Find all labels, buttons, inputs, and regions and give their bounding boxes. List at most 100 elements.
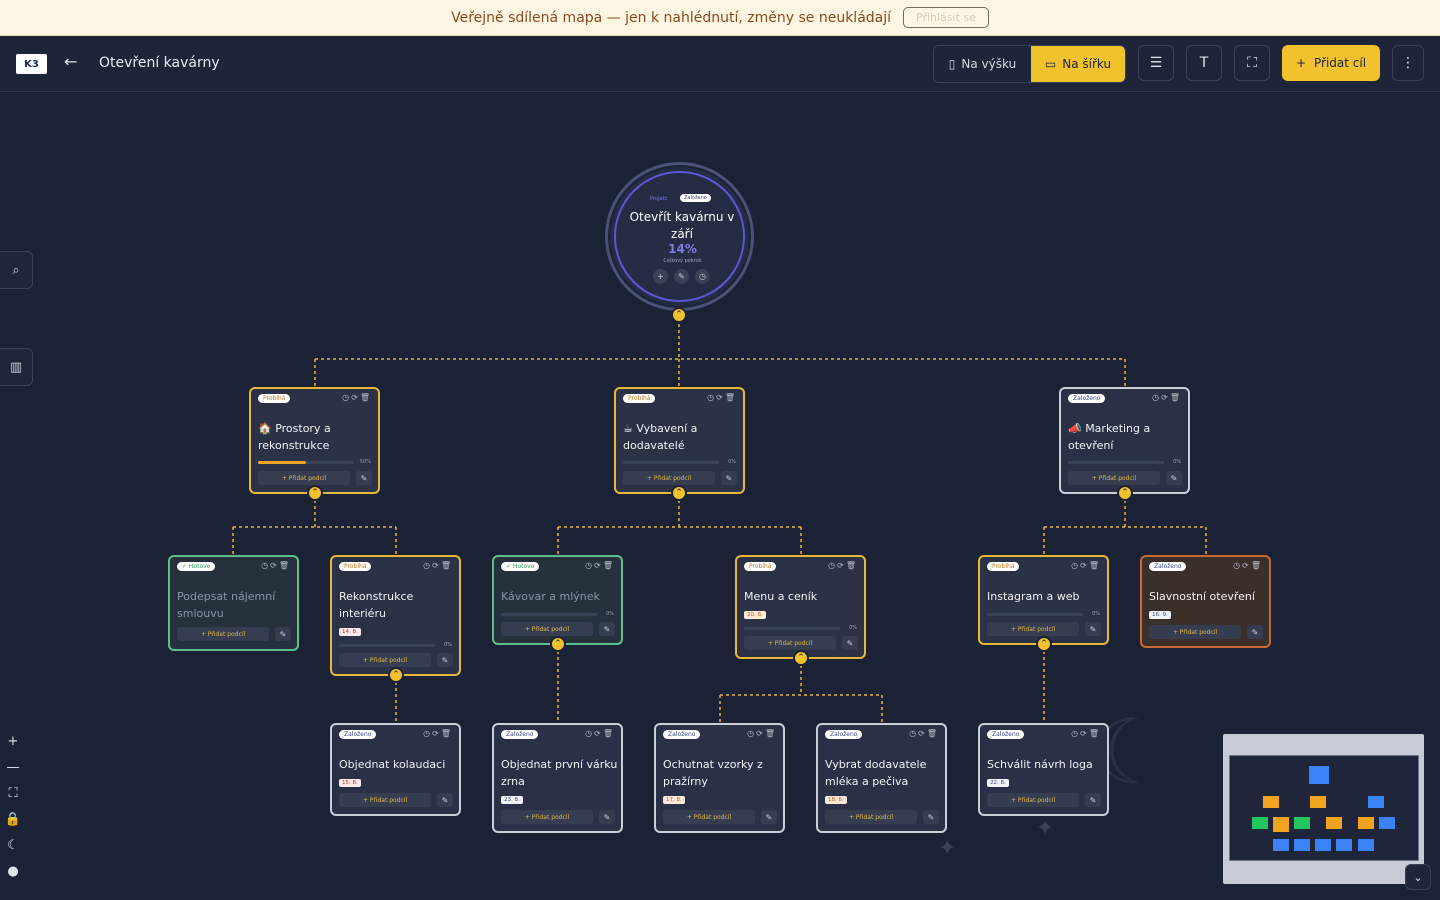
progress-bar <box>501 613 597 616</box>
edit-icon[interactable]: ✎ <box>437 653 453 667</box>
minimap[interactable] <box>1223 734 1424 884</box>
edit-icon[interactable]: ✎ <box>1085 793 1101 807</box>
add-subgoal-button[interactable]: + Přidat podcíl <box>1068 471 1160 485</box>
add-subgoal-button[interactable]: + Přidat podcíl <box>177 627 269 641</box>
card-actions-icon[interactable]: ◷⟳🗑 <box>747 729 777 738</box>
card-title: Kávovar a mlýnek <box>501 590 600 603</box>
card-title: Slavnostní otevření <box>1149 590 1255 603</box>
goal-card-n5[interactable]: Probíhá ◷⟳🗑 Rekonstrukce interiéru 14. 8… <box>330 555 461 676</box>
card-actions-icon[interactable]: ◷⟳🗑 <box>585 729 615 738</box>
goal-card-n7[interactable]: Probíhá ◷⟳🗑 Menu a ceník 20. 8. 0% + Při… <box>735 555 866 659</box>
edit-icon[interactable]: ✎ <box>1247 625 1263 639</box>
minimap-node <box>1326 817 1342 829</box>
add-subgoal-button[interactable]: + Přidat podcíl <box>258 471 350 485</box>
card-title: Podepsat nájemní smlouvu <box>177 590 276 620</box>
progress-bar <box>744 627 840 630</box>
goal-card-n8[interactable]: Probíhá ◷⟳🗑 Instagram a web 0% + Přidat … <box>978 555 1109 645</box>
edit-icon[interactable]: ✎ <box>437 793 453 807</box>
minimap-toggle-icon[interactable]: ⌄ <box>1405 864 1431 890</box>
card-actions-icon[interactable]: ◷⟳🗑 <box>909 729 939 738</box>
add-subgoal-button[interactable]: + Přidat podcíl <box>987 622 1079 636</box>
status-badge: Založeno <box>987 730 1025 739</box>
add-subgoal-button[interactable]: + Přidat podcíl <box>623 471 715 485</box>
card-actions-icon[interactable]: ◷⟳🗑 <box>828 561 858 570</box>
edit-icon[interactable]: ✎ <box>1166 471 1182 485</box>
status-badge: Probíhá <box>258 394 291 403</box>
card-actions-icon[interactable]: ◷⟳🗑 <box>261 561 291 570</box>
card-title: Objednat první várku zrna <box>501 758 618 788</box>
add-subgoal-button[interactable]: + Přidat podcíl <box>339 653 431 667</box>
collapse-toggle-icon[interactable]: ⌃ <box>1036 636 1052 652</box>
goal-card-n14[interactable]: Založeno ◷⟳🗑 Schválit návrh loga 22. 8. … <box>978 723 1109 816</box>
add-subgoal-button[interactable]: + Přidat podcíl <box>339 793 431 807</box>
card-actions-icon[interactable]: ◷⟳🗑 <box>1233 561 1263 570</box>
minimap-node <box>1273 817 1289 832</box>
progress-percent: 0% <box>444 642 452 648</box>
card-title: Instagram a web <box>987 590 1080 603</box>
card-title: 📣 Marketing a otevření <box>1068 422 1151 452</box>
due-date-badge: 14. 8. <box>339 628 361 636</box>
root-progress-label: Celkový pokrok <box>663 258 702 264</box>
edit-icon[interactable]: ✎ <box>356 471 372 485</box>
progress-percent: 0% <box>1173 459 1181 465</box>
timer-icon[interactable]: ◷ <box>695 269 710 284</box>
minimap-node <box>1315 839 1331 851</box>
status-badge: ✓ Hotovo <box>177 562 216 571</box>
edit-icon[interactable]: ✎ <box>923 810 939 824</box>
add-subgoal-button[interactable]: + Přidat podcíl <box>744 636 836 650</box>
status-badge: Probíhá <box>339 562 372 571</box>
card-actions-icon[interactable]: ◷⟳🗑 <box>707 393 737 402</box>
goal-card-n1[interactable]: Probíhá ◷⟳🗑 🏠 Prostory a rekonstrukce 50… <box>249 387 380 494</box>
edit-icon[interactable]: ✎ <box>842 636 858 650</box>
edit-icon[interactable]: ✎ <box>761 810 777 824</box>
goal-card-n2[interactable]: Probíhá ◷⟳🗑 ☕ Vybavení a dodavatelé 0% +… <box>614 387 745 494</box>
add-icon[interactable]: + <box>653 269 668 284</box>
collapse-toggle-icon[interactable]: ⌃ <box>1117 485 1133 501</box>
add-subgoal-button[interactable]: + Přidat podcíl <box>663 810 755 824</box>
goal-card-n10[interactable]: Založeno ◷⟳🗑 Objednat kolaudaci 15. 8. +… <box>330 723 461 816</box>
due-date-badge: 16. 9. <box>1149 611 1171 619</box>
collapse-toggle-icon[interactable]: ⌃ <box>793 650 809 666</box>
card-actions-icon[interactable]: ◷⟳🗑 <box>1152 393 1182 402</box>
add-subgoal-button[interactable]: + Přidat podcíl <box>1149 625 1241 639</box>
edit-icon[interactable]: ✎ <box>275 627 291 641</box>
collapse-toggle-icon[interactable]: ⌃ <box>671 307 687 323</box>
add-subgoal-button[interactable]: + Přidat podcíl <box>987 793 1079 807</box>
add-subgoal-button[interactable]: + Přidat podcíl <box>825 810 917 824</box>
edit-icon[interactable]: ✎ <box>1085 622 1101 636</box>
status-badge: Založeno <box>501 730 539 739</box>
minimap-node <box>1294 839 1310 851</box>
card-actions-icon[interactable]: ◷⟳🗑 <box>585 561 615 570</box>
card-actions-icon[interactable]: ◷⟳🗑 <box>342 393 372 402</box>
collapse-toggle-icon[interactable]: ⌃ <box>388 667 404 683</box>
card-title: 🏠 Prostory a rekonstrukce <box>258 422 331 452</box>
goal-card-n4[interactable]: ✓ Hotovo ◷⟳🗑 Podepsat nájemní smlouvu + … <box>168 555 299 651</box>
goal-card-n11[interactable]: Založeno ◷⟳🗑 Objednat první várku zrna 2… <box>492 723 623 833</box>
progress-bar <box>987 613 1083 616</box>
edit-icon[interactable]: ✎ <box>674 269 689 284</box>
collapse-toggle-icon[interactable]: ⌃ <box>550 636 566 652</box>
due-date-badge: 22. 8. <box>987 779 1009 787</box>
goal-card-n13[interactable]: Založeno ◷⟳🗑 Vybrat dodavatele mléka a p… <box>816 723 947 833</box>
edit-icon[interactable]: ✎ <box>599 622 615 636</box>
collapse-toggle-icon[interactable]: ⌃ <box>671 485 687 501</box>
edit-icon[interactable]: ✎ <box>599 810 615 824</box>
goal-card-n6[interactable]: ✓ Hotovo ◷⟳🗑 Kávovar a mlýnek 0% + Přida… <box>492 555 623 645</box>
collapse-toggle-icon[interactable]: ⌃ <box>307 485 323 501</box>
card-actions-icon[interactable]: ◷⟳🗑 <box>423 729 453 738</box>
minimap-node <box>1252 817 1268 829</box>
add-subgoal-button[interactable]: + Přidat podcíl <box>501 622 593 636</box>
add-subgoal-button[interactable]: + Přidat podcíl <box>501 810 593 824</box>
goal-card-n9[interactable]: Založeno ◷⟳🗑 Slavnostní otevření 16. 9. … <box>1140 555 1271 648</box>
edit-icon[interactable]: ✎ <box>721 471 737 485</box>
minimap-node <box>1294 817 1310 829</box>
card-actions-icon[interactable]: ◷⟳🗑 <box>423 561 453 570</box>
root-goal-node[interactable]: Projekt Založeno Otevřít kavárnu v září … <box>605 162 754 311</box>
status-badge: Založeno <box>1068 394 1106 403</box>
card-actions-icon[interactable]: ◷⟳🗑 <box>1071 729 1101 738</box>
goal-card-n3[interactable]: Založeno ◷⟳🗑 📣 Marketing a otevření 0% +… <box>1059 387 1190 494</box>
minimap-node <box>1368 796 1384 808</box>
card-actions-icon[interactable]: ◷⟳🗑 <box>1071 561 1101 570</box>
goal-card-n12[interactable]: Založeno ◷⟳🗑 Ochutnat vzorky z pražírny … <box>654 723 785 833</box>
progress-percent: 0% <box>1092 611 1100 617</box>
